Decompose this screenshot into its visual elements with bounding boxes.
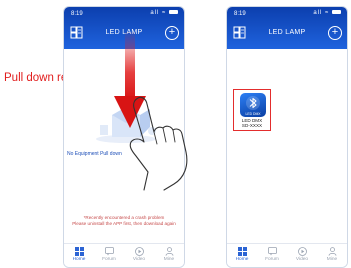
status-icons: all ≈ [313,10,341,16]
chat-icon [104,247,114,256]
device-card[interactable]: LED DMX LED DMX SD-XXXX [233,89,271,131]
bottom-tab-bar: Home Forum Video Mine [64,243,184,267]
home-grid-icon [74,247,84,256]
chat-icon [267,247,277,256]
app-header: 8:19 all ≈ LED LAMP + [227,7,347,49]
phone-screen-device: 8:19 all ≈ LED LAMP + LED DMX LED DMX SD… [226,6,348,268]
tab-label: Home [72,257,86,262]
tab-mine[interactable]: Mine [317,244,347,267]
device-icon-caption: LED DMX [245,112,261,116]
tab-label: Mine [163,257,175,262]
tab-label: Forum [265,257,279,262]
device-list-area: LED DMX LED DMX SD-XXXX [227,49,347,245]
tab-video[interactable]: Video [124,244,154,267]
tab-label: Mine [326,257,338,262]
tab-forum[interactable]: Forum [94,244,124,267]
tab-home[interactable]: Home [227,244,257,267]
tab-video[interactable]: Video [287,244,317,267]
tab-label: Home [235,257,249,262]
tab-mine[interactable]: Mine [154,244,184,267]
status-time: 8:19 [71,11,83,17]
add-device-icon[interactable]: + [165,26,179,40]
bottom-tab-bar: Home Forum Video Mine [227,243,347,267]
battery-icon [169,10,178,15]
tab-label: Video [295,257,309,262]
bluetooth-icon: LED DMX [245,96,261,116]
crash-notice: *Recently encountered a crash problem Pl… [68,215,180,227]
person-icon [328,247,336,256]
status-time: 8:19 [234,11,246,17]
status-icons: all ≈ [150,10,178,16]
pointing-hand-icon [129,96,188,191]
add-device-icon[interactable]: + [328,26,342,40]
crash-notice-line2: Please uninstall the APP first, then dow… [72,221,176,226]
tab-home[interactable]: Home [64,244,94,267]
person-icon [165,247,173,256]
tab-label: Video [132,257,146,262]
device-name: LED DMX SD-XXXX [234,118,270,128]
signal-wifi-icon: all ≈ [313,10,330,16]
battery-icon [332,10,341,15]
no-equipment-text: No Equipment Pull down [67,151,122,157]
play-icon [134,247,144,256]
play-icon [297,247,307,256]
device-icon: LED DMX [240,93,266,117]
tab-label: Forum [102,257,116,262]
device-name-line2: SD-XXXX [241,123,263,129]
tab-forum[interactable]: Forum [257,244,287,267]
home-grid-icon [237,247,247,256]
signal-wifi-icon: all ≈ [150,10,167,16]
